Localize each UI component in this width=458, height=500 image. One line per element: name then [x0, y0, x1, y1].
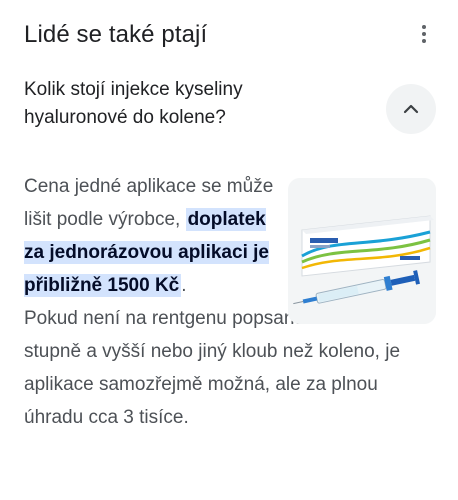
chevron-up-icon: [403, 104, 419, 114]
more-vert-icon[interactable]: [414, 18, 434, 50]
collapse-button[interactable]: [386, 84, 436, 134]
answer-rest: Pokud není na rentgenu popsaná artróza I…: [24, 308, 401, 428]
question-accordion[interactable]: Kolik stojí injekce kyseliny hyaluronové…: [24, 72, 436, 136]
more-dot: [422, 39, 426, 43]
more-dot: [422, 32, 426, 36]
answer-intro-wrap: Cena jedné aplikace se může lišit podle …: [24, 170, 274, 302]
syringe-box-image: [288, 178, 436, 324]
section-title: Lidé se také ptají: [24, 21, 208, 48]
people-also-ask-panel: Lidé se také ptají Kolik stojí injekce k…: [0, 0, 458, 500]
answer-after-highlight: .: [181, 275, 187, 296]
question-text: Kolik stojí injekce kyseliny hyaluronové…: [24, 79, 243, 128]
answer-thumbnail[interactable]: [288, 178, 436, 324]
more-dot: [422, 25, 426, 29]
section-header: Lidé se také ptají: [24, 18, 434, 54]
